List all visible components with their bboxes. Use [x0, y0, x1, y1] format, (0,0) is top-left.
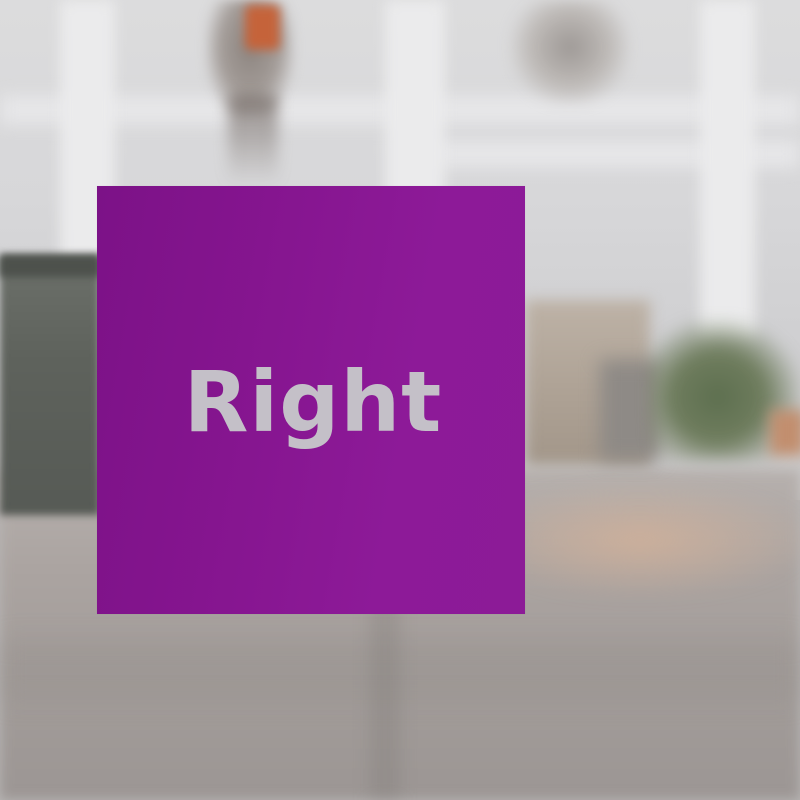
floor-shadow-band	[0, 640, 800, 700]
floor-joint	[370, 600, 400, 800]
hanging-fixture	[510, 0, 630, 105]
floor-light-reflection	[520, 480, 800, 600]
hanging-fixture-stem	[228, 95, 278, 185]
dark-machine-top	[0, 255, 100, 277]
purple-sign: Right	[97, 186, 525, 614]
sign-label: Right	[183, 353, 443, 451]
warm-light-accent	[770, 410, 800, 455]
photo-scene: Right	[0, 0, 800, 800]
support-column	[700, 0, 755, 340]
hanging-fixture-light	[245, 5, 280, 50]
dark-machine	[0, 255, 100, 515]
